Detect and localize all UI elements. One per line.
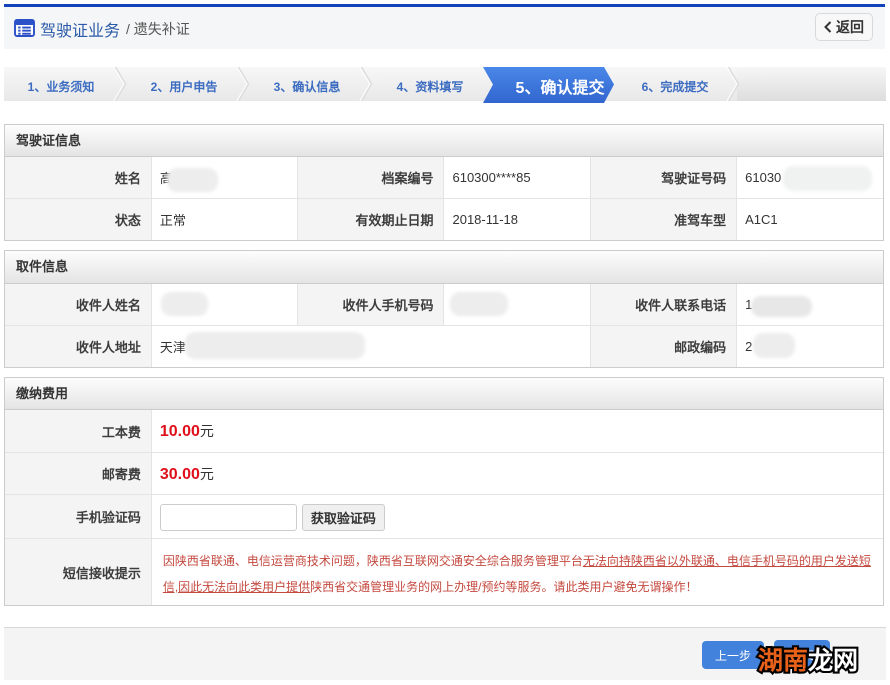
svg-text:1、业务须知: 1、业务须知 — [28, 79, 95, 94]
svg-text:4、资料填写: 4、资料填写 — [397, 79, 464, 94]
svg-text:2、用户申告: 2、用户申告 — [151, 79, 218, 94]
svg-text:龙网: 龙网 — [808, 647, 858, 675]
svg-text:6、完成提交: 6、完成提交 — [642, 79, 709, 94]
svg-text:5、确认提交: 5、确认提交 — [516, 78, 605, 97]
svg-text:湖南: 湖南 — [758, 647, 808, 675]
svg-text:3、确认信息: 3、确认信息 — [274, 79, 341, 94]
